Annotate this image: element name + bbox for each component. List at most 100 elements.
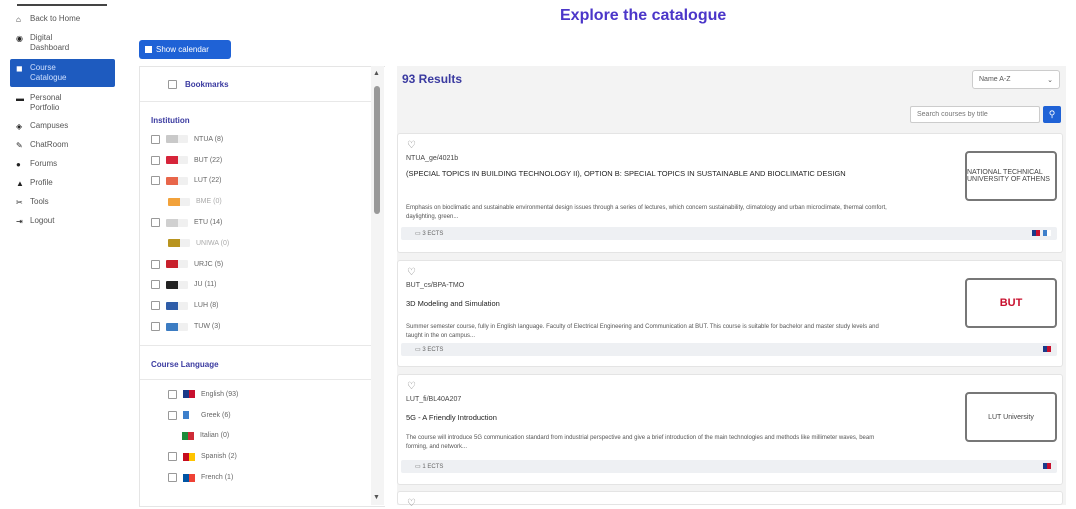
institution-label: UNIWA (0) <box>196 239 230 247</box>
show-calendar-button[interactable]: Show calendar <box>139 40 231 59</box>
sidebar-item-tools[interactable]: ✂ Tools <box>10 193 115 212</box>
language-checkbox[interactable] <box>168 410 177 420</box>
sidebar-item-label: Campuses <box>30 121 69 130</box>
institution-checkbox[interactable] <box>151 134 160 144</box>
sidebar-item-label: Back to Home <box>30 14 81 23</box>
institution-filter-item[interactable]: BUT (22) <box>140 150 385 171</box>
institution-checkbox[interactable] <box>151 155 160 165</box>
page-title: Explore the catalogue <box>560 7 727 24</box>
institution-checkbox[interactable] <box>151 176 160 186</box>
sidebar-item-digital-dashboard[interactable]: ◉ Digital Dashboard <box>10 29 115 57</box>
filter-scrollbar-thumb[interactable] <box>374 86 380 214</box>
language-filter-item[interactable]: Spanish (2) <box>140 446 385 467</box>
sidebar-item-label: Personal Portfolio <box>30 93 62 112</box>
institution-filter-item[interactable]: ETU (14) <box>140 212 385 233</box>
logout-icon: ⇥ <box>16 217 23 226</box>
language-checkbox[interactable] <box>168 452 177 462</box>
course-description: Emphasis on bioclimatic and sustainable … <box>406 205 887 220</box>
heart-icon[interactable]: ♡ <box>407 381 416 392</box>
language-checkbox[interactable] <box>168 473 177 483</box>
filter-panel: Bookmarks Institution NTUA (8) BUT (22) LU… <box>139 66 385 507</box>
course-card[interactable]: ♡ BUT_cs/BPA-TMO 3D Modeling and Simulatio… <box>397 260 1063 367</box>
sidebar-item-campuses[interactable]: ◈ Campuses <box>10 117 115 136</box>
language-flags <box>1043 463 1051 469</box>
calendar-icon <box>145 46 152 53</box>
sidebar-item-label: Logout <box>30 216 55 225</box>
scroll-down-icon[interactable]: ▼ <box>373 494 380 501</box>
course-title[interactable]: (SPECIAL TOPICS IN BUILDING TECHNOLOGY I… <box>406 169 876 179</box>
institution-checkbox[interactable] <box>151 301 160 311</box>
institution-logo <box>166 156 188 165</box>
flag-icon <box>183 473 195 482</box>
institution-label: NTUA (8) <box>194 135 224 143</box>
course-description: The course will introduce 5G communicati… <box>406 435 875 450</box>
flag-icon <box>1043 230 1051 236</box>
bookmarks-checkbox[interactable] <box>168 79 177 89</box>
course-title[interactable]: 5G - A Friendly Introduction <box>406 413 876 423</box>
institution-logo <box>168 197 190 206</box>
institution-filter-item[interactable]: BME (0) <box>140 191 385 212</box>
flag-icon <box>1043 463 1051 469</box>
course-description: Summer semester course, fully in English… <box>406 324 879 339</box>
institution-checkbox[interactable] <box>151 322 160 332</box>
sidebar-item-forums[interactable]: ● Forums <box>10 155 115 174</box>
language-filter-item[interactable]: French (1) <box>140 467 385 488</box>
sidebar-item-course-catalogue[interactable]: ◼ Course Catalogue <box>10 59 115 87</box>
bookmarks-filter[interactable]: Bookmarks <box>140 67 377 102</box>
institution-checkbox[interactable] <box>151 259 160 269</box>
institution-checkbox[interactable] <box>151 280 160 290</box>
language-label: Greek (6) <box>201 411 231 419</box>
search-input[interactable] <box>910 106 1040 123</box>
institution-filter-item[interactable]: LUH (8) <box>140 295 385 316</box>
institution-logo <box>166 176 188 185</box>
sidebar-item-chatroom[interactable]: ✎ ChatRoom <box>10 136 115 155</box>
ects-label: ▭ 1 ECTS <box>415 464 444 470</box>
language-label: Italian (0) <box>200 432 230 440</box>
language-filter-item[interactable]: English (93) <box>140 384 385 405</box>
search-icon: ⚲ <box>1048 109 1056 119</box>
language-flags <box>1032 230 1051 236</box>
institution-label: BME (0) <box>196 198 222 206</box>
search-button[interactable]: ⚲ <box>1043 106 1061 123</box>
language-checkbox[interactable] <box>168 389 177 399</box>
institution-heading: Institution <box>151 116 190 125</box>
institution-logo <box>166 260 188 269</box>
course-title[interactable]: 3D Modeling and Simulation <box>406 299 876 309</box>
institution-logo <box>166 301 188 310</box>
sidebar-item-logout[interactable]: ⇥ Logout <box>10 212 115 231</box>
course-card[interactable]: ♡ LUT_fi/BL40A207 5G - A Friendly Introduc… <box>397 374 1063 485</box>
institution-filter-item[interactable]: LUT (22) <box>140 171 385 192</box>
institution-checkbox[interactable] <box>151 218 160 228</box>
language-filter-item[interactable]: Italian (0) <box>140 426 385 447</box>
institution-filter-item[interactable]: JU (11) <box>140 275 385 296</box>
scroll-up-icon[interactable]: ▲ <box>373 70 380 77</box>
forums-icon: ● <box>16 160 21 169</box>
heart-icon[interactable]: ♡ <box>407 267 416 278</box>
institution-logo <box>168 239 190 248</box>
course-footer: ▭ 1 ECTS <box>401 460 1057 473</box>
course-footer: ▭ 3 ECTS <box>401 343 1057 356</box>
sort-select[interactable]: Name A-Z ⌄ <box>972 70 1060 89</box>
chatroom-icon: ✎ <box>16 141 23 150</box>
sidebar-item-label: Course Catalogue <box>30 63 67 82</box>
course-card[interactable]: ♡ <box>397 491 1063 509</box>
institution-filter-item[interactable]: UNIWA (0) <box>140 233 385 254</box>
ects-label: ▭ 3 ECTS <box>415 231 444 237</box>
bookmarks-label: Bookmarks <box>185 79 229 89</box>
course-code: BUT_cs/BPA-TMO <box>406 282 465 289</box>
language-filter-item[interactable]: Greek (6) <box>140 405 385 426</box>
sidebar-item-personal-portfolio[interactable]: ▬ Personal Portfolio <box>10 89 115 117</box>
heart-icon[interactable]: ♡ <box>407 498 416 509</box>
chevron-down-icon: ⌄ <box>1047 76 1053 84</box>
sidebar-item-profile[interactable]: ▲ Profile <box>10 174 115 193</box>
institution-filter-item[interactable]: URJC (5) <box>140 254 385 275</box>
show-calendar-label: Show calendar <box>156 45 209 54</box>
institution-filter-item[interactable]: TUW (3) <box>140 316 385 337</box>
institution-filter-item[interactable]: NTUA (8) <box>140 129 385 150</box>
language-flags <box>1043 346 1051 352</box>
course-footer: ▭ 3 ECTS <box>401 227 1057 240</box>
heart-icon[interactable]: ♡ <box>407 140 416 151</box>
course-card[interactable]: ♡ NTUA_ge/4021b (SPECIAL TOPICS IN BUILDIN… <box>397 133 1063 253</box>
flag-icon <box>183 390 195 399</box>
sidebar-item-back-to-home[interactable]: ⌂ Back to Home <box>10 10 115 29</box>
